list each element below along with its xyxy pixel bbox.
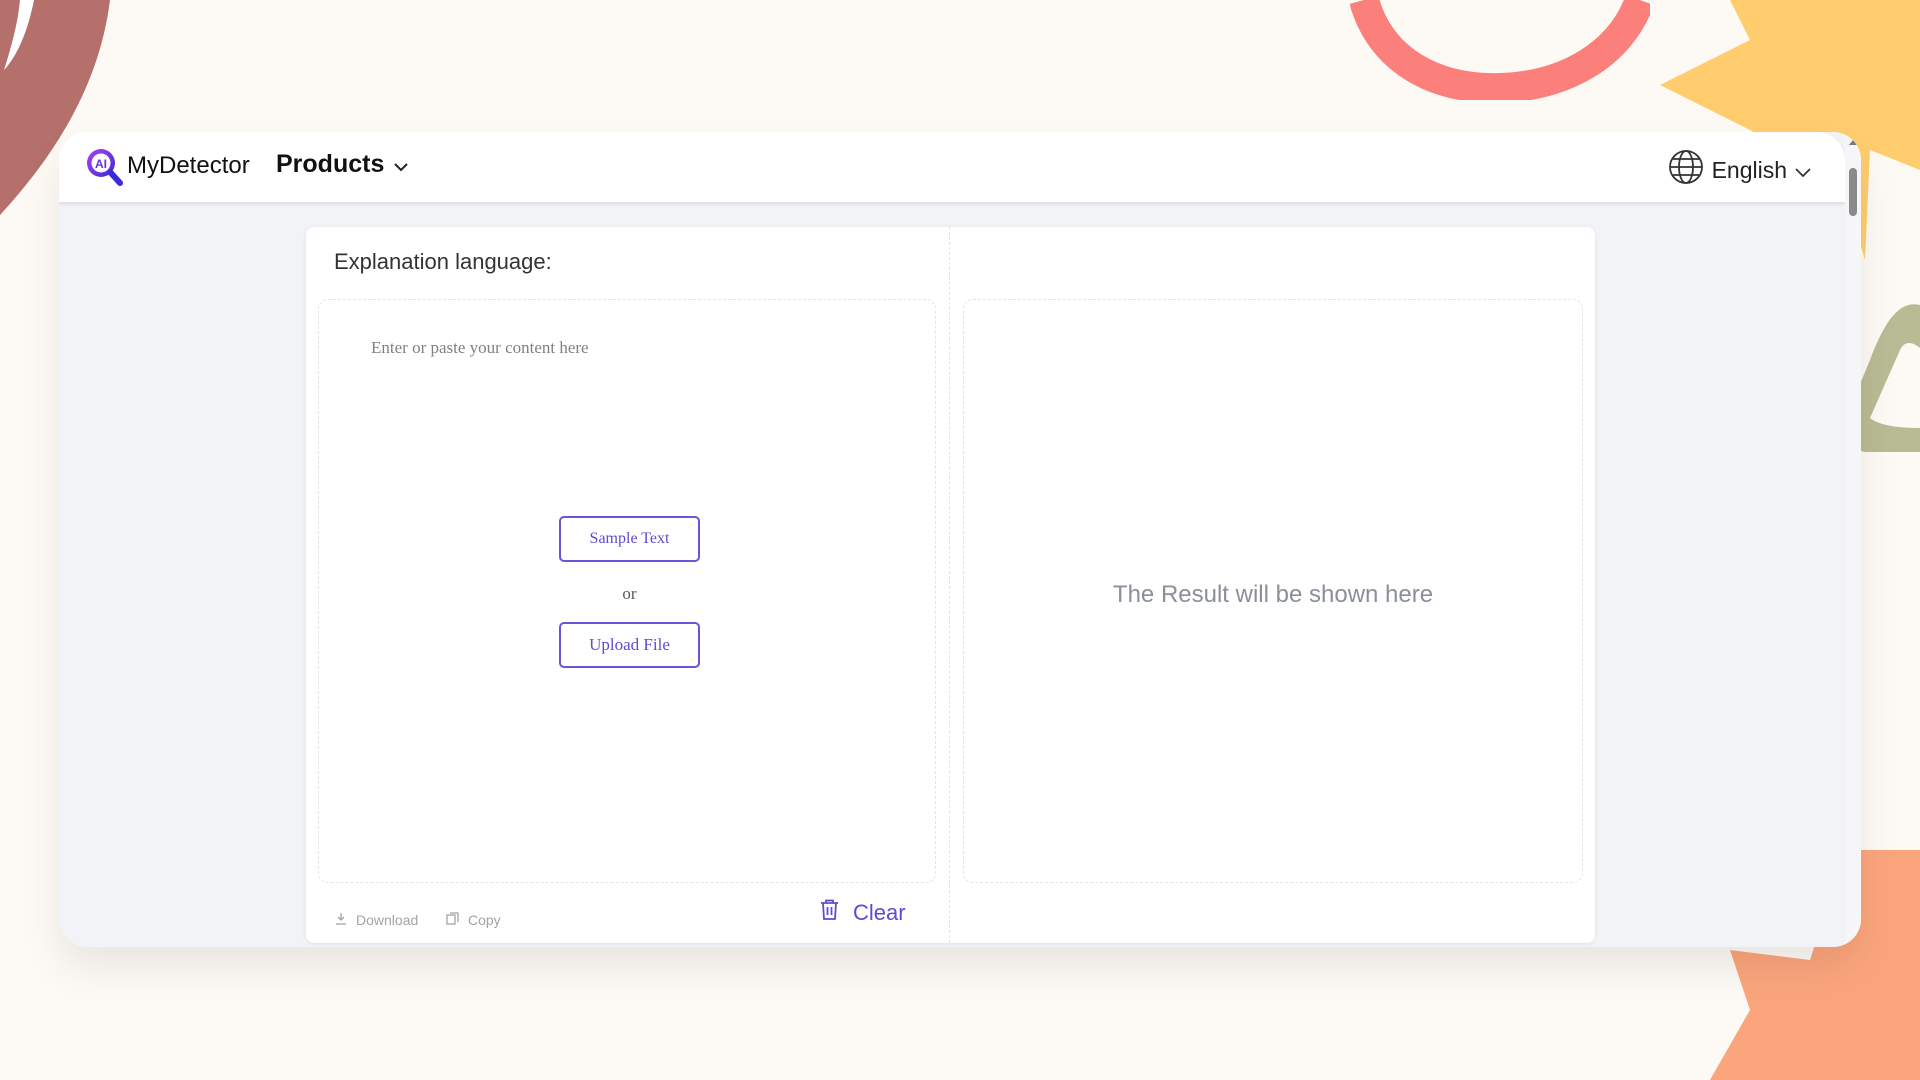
result-area: The Result will be shown here [963, 299, 1583, 883]
copy-label: Copy [468, 912, 501, 928]
explanation-language-label: Explanation language: [334, 249, 552, 274]
language-label: English [1711, 156, 1787, 183]
scrollbar-thumb[interactable] [1849, 168, 1857, 216]
panel-divider [949, 227, 950, 943]
vertical-scrollbar[interactable] [1845, 132, 1861, 947]
sample-text-button[interactable]: Sample Text [559, 516, 700, 562]
upload-file-button[interactable]: Upload File [559, 622, 700, 668]
globe-icon [1668, 149, 1704, 191]
content-input-area[interactable]: Enter or paste your content here Sample … [318, 299, 936, 883]
decor-coral-ring [1350, 0, 1650, 100]
chevron-down-icon [394, 150, 409, 179]
input-placeholder[interactable]: Enter or paste your content here [371, 338, 589, 358]
download-label: Download [356, 912, 419, 928]
chevron-down-icon [1795, 157, 1811, 184]
products-menu[interactable]: Products [276, 150, 409, 179]
clear-label: Clear [853, 899, 906, 925]
svg-text:AI: AI [95, 157, 107, 171]
app-window: AI MyDetector Products English Explanati… [59, 132, 1861, 947]
scroll-up-arrow-icon[interactable] [1849, 140, 1857, 145]
or-separator: or [622, 584, 637, 603]
download-button[interactable]: Download [335, 912, 418, 928]
clear-button[interactable]: Clear [820, 899, 906, 926]
ai-magnifier-logo-icon[interactable]: AI [85, 147, 123, 187]
copy-button[interactable]: Copy [446, 912, 501, 928]
trash-icon [820, 899, 839, 926]
detector-panel: Explanation language: Enter or paste you… [306, 227, 1595, 943]
download-icon [335, 912, 347, 928]
top-navigation-bar: AI MyDetector Products English [59, 132, 1845, 202]
language-selector[interactable]: English [1668, 149, 1811, 191]
brand-name[interactable]: MyDetector [127, 152, 250, 180]
products-label: Products [276, 150, 385, 178]
copy-icon [446, 912, 459, 928]
result-placeholder: The Result will be shown here [1112, 581, 1434, 608]
